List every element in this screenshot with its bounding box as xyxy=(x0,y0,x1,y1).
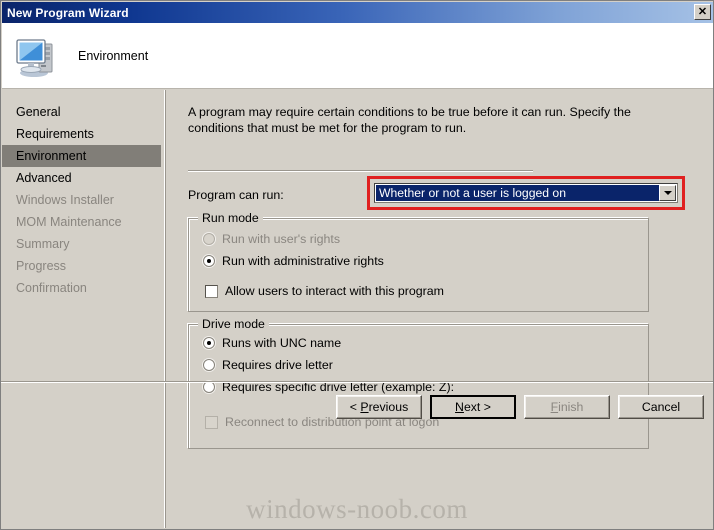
footer-divider xyxy=(1,381,713,383)
radio-label: Run with administrative rights xyxy=(222,254,384,268)
sidebar-list: General Requirements Environment Advance… xyxy=(2,101,164,299)
radio-runs-with-unc-name[interactable]: Runs with UNC name xyxy=(203,336,341,350)
checkbox-label: Allow users to interact with this progra… xyxy=(225,284,444,298)
run-mode-groupbox: Run mode Run with user's rights Run with… xyxy=(188,211,649,312)
checkbox-icon xyxy=(205,284,218,298)
sidebar-item-advanced[interactable]: Advanced xyxy=(2,167,164,189)
checkbox-icon xyxy=(205,415,218,429)
radio-run-with-users-rights: Run with user's rights xyxy=(203,232,340,246)
previous-button-label: < Previous xyxy=(349,400,409,414)
section-divider xyxy=(188,170,533,172)
radio-label: Requires drive letter xyxy=(222,358,333,372)
window-title: New Program Wizard xyxy=(7,5,129,20)
close-button[interactable]: ✕ xyxy=(694,4,711,20)
previous-button[interactable]: < Previous xyxy=(336,395,422,419)
sidebar-item-requirements[interactable]: Requirements xyxy=(2,123,164,145)
radio-run-with-administrative-rights[interactable]: Run with administrative rights xyxy=(203,254,384,268)
sidebar-item-mom-maintenance: MOM Maintenance xyxy=(16,215,122,229)
chevron-down-icon[interactable] xyxy=(659,185,676,201)
computer-icon xyxy=(16,38,53,77)
drive-mode-title: Drive mode xyxy=(198,317,269,331)
next-button[interactable]: Next > xyxy=(430,395,516,419)
sidebar-item-general[interactable]: General xyxy=(2,101,164,123)
radio-icon xyxy=(203,233,215,245)
radio-icon xyxy=(203,337,215,349)
wizard-button-bar: < Previous Next > Finish Cancel xyxy=(336,395,704,419)
arrow-glyph xyxy=(663,191,672,195)
radio-icon xyxy=(203,255,215,267)
checkbox-allow-users-interact[interactable]: Allow users to interact with this progra… xyxy=(205,284,444,298)
sidebar-item-summary: Summary xyxy=(16,237,70,251)
sidebar-item-progress: Progress xyxy=(16,259,67,273)
wizard-header: Environment xyxy=(2,23,713,89)
title-bar: New Program Wizard ✕ xyxy=(2,2,713,23)
sidebar-item-confirmation: Confirmation xyxy=(16,281,87,295)
wizard-step-sidebar: General Requirements Environment Advance… xyxy=(2,90,165,528)
new-program-wizard-window: New Program Wizard ✕ Environment General… xyxy=(0,0,714,530)
close-icon: ✕ xyxy=(697,5,708,18)
radio-label: Run with user's rights xyxy=(222,232,341,246)
intro-description: A program may require certain conditions… xyxy=(188,105,631,135)
radio-requires-drive-letter[interactable]: Requires drive letter xyxy=(203,358,333,372)
cancel-button[interactable]: Cancel xyxy=(618,395,704,419)
radio-icon xyxy=(203,359,215,371)
next-button-label: Next > xyxy=(455,400,491,414)
finish-button-label: Finish xyxy=(550,400,584,414)
finish-button: Finish xyxy=(524,395,610,419)
sidebar-item-environment[interactable]: Environment xyxy=(2,145,161,167)
wizard-content-pane: A program may require certain conditions… xyxy=(166,90,712,528)
sidebar-item-windows-installer: Windows Installer xyxy=(16,193,114,207)
program-can-run-label: Program can run: xyxy=(188,188,284,202)
drive-mode-groupbox: Drive mode Runs with UNC name Requires d… xyxy=(188,317,649,449)
radio-label: Runs with UNC name xyxy=(222,336,342,350)
run-mode-title: Run mode xyxy=(198,211,263,225)
header-title: Environment xyxy=(78,48,149,63)
cancel-button-label: Cancel xyxy=(641,400,681,414)
program-can-run-value: Whether or not a user is logged on xyxy=(376,185,659,201)
program-can-run-dropdown[interactable]: Whether or not a user is logged on xyxy=(374,183,678,203)
